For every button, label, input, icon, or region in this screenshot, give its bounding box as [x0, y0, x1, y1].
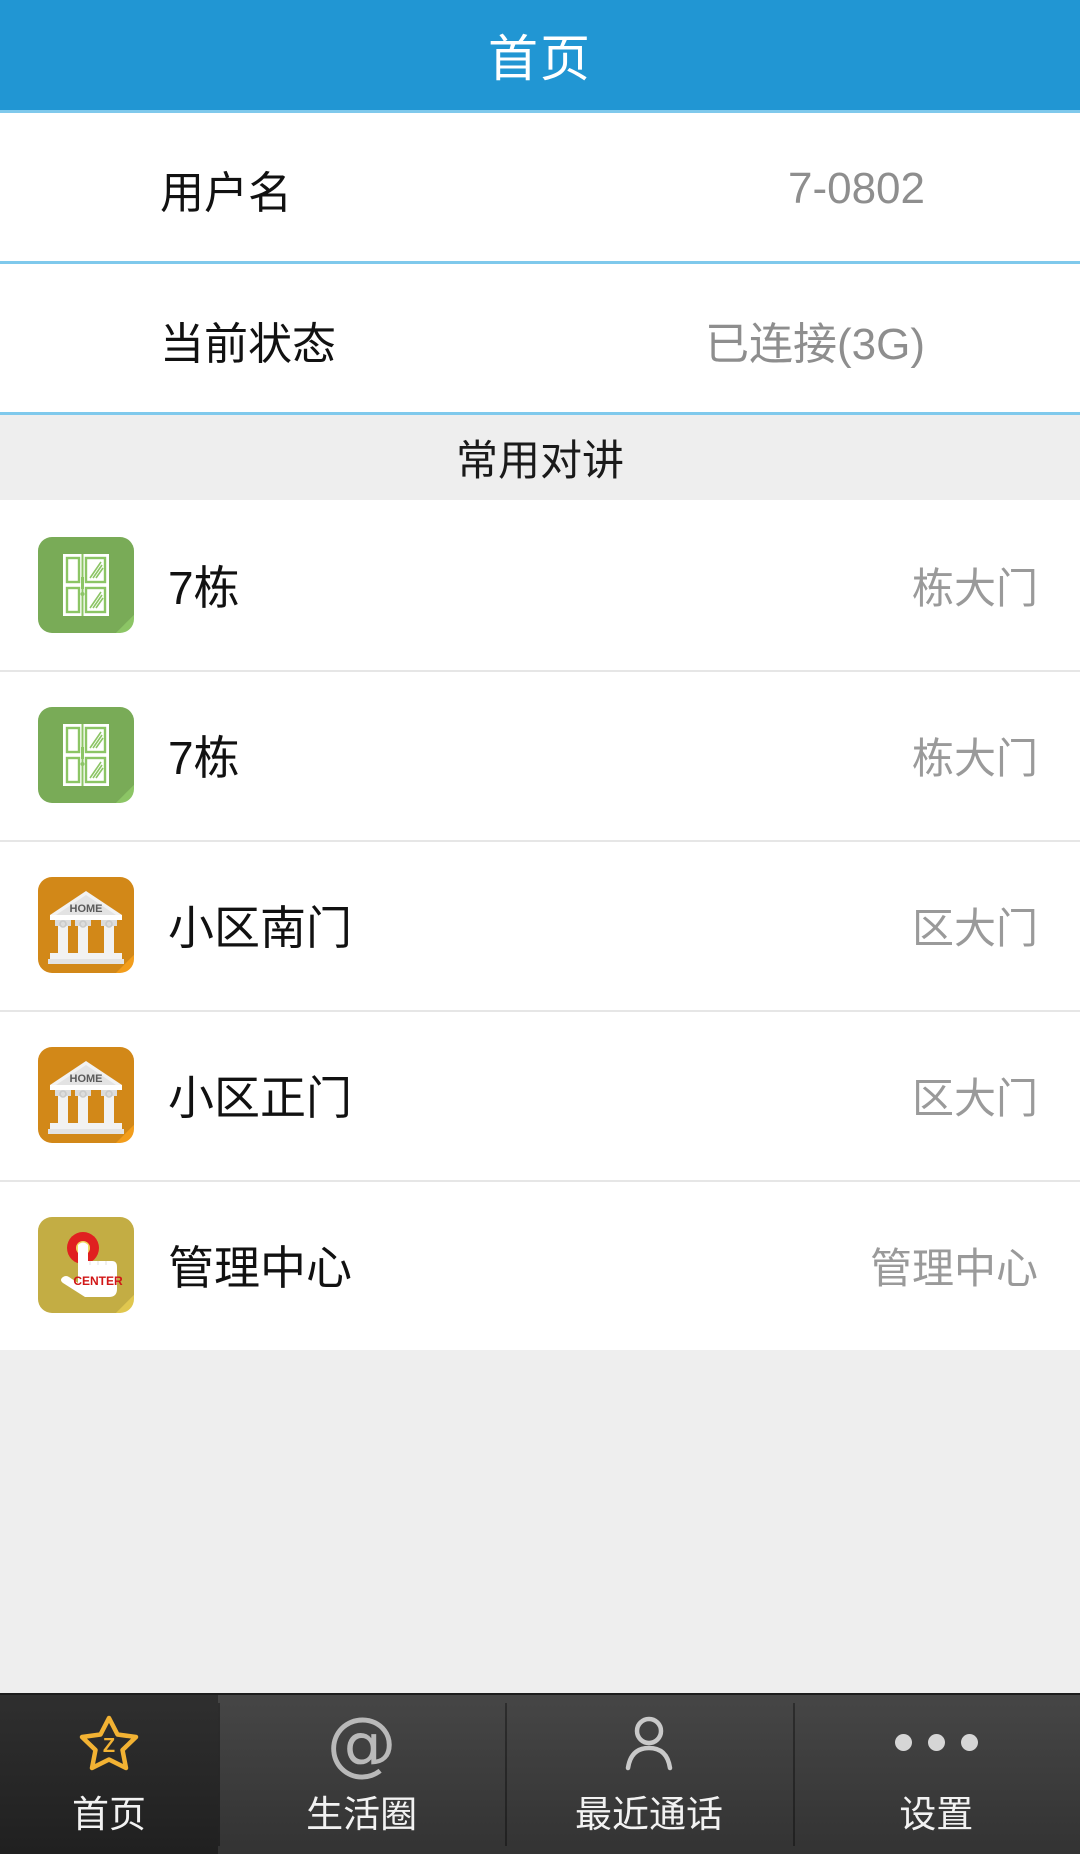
tab-label: 生活圈: [306, 1793, 418, 1835]
list-item[interactable]: HOME: [0, 1010, 1080, 1180]
list-item[interactable]: 7栋 栋大门: [0, 500, 1080, 670]
title-bar: 首页: [0, 0, 1080, 113]
tab-label: 最近通话: [574, 1793, 723, 1835]
home-building-icon: HOME: [38, 1047, 134, 1143]
tab-home[interactable]: Z 首页: [0, 1695, 218, 1854]
svg-text:HOME: HOME: [70, 903, 103, 915]
list-item[interactable]: 7栋 栋大门: [0, 670, 1080, 840]
tab-label: 首页: [72, 1793, 146, 1835]
tab-life-circle[interactable]: @ 生活圈: [218, 1695, 505, 1854]
username-value: 7-0802: [787, 163, 925, 213]
list-item-name: 管理中心: [168, 1242, 352, 1294]
status-label: 当前状态: [160, 319, 336, 369]
section-header-label: 常用对讲: [455, 437, 624, 484]
tab-recent-calls[interactable]: 最近通话: [505, 1695, 792, 1854]
list-item-type: 管理中心: [869, 1244, 1038, 1292]
list-item-name: 7栋: [168, 732, 240, 784]
door-icon: [38, 537, 134, 633]
home-building-icon: HOME: [38, 877, 134, 973]
list-item-name: 7栋: [168, 562, 240, 614]
app-screen: 首页 用户名 7-0802 当前状态 已连接(3G) 常用对讲 7栋 栋大门 7…: [0, 0, 1080, 1854]
door-icon: [38, 707, 134, 803]
svg-text:Z: Z: [103, 1735, 115, 1757]
hand-press-center-icon: CENTER: [38, 1217, 134, 1313]
svg-text:HOME: HOME: [70, 1073, 103, 1085]
bottom-tab-bar: Z 首页 @ 生活圈 最近通话 设置: [0, 1693, 1080, 1854]
page-title: 首页: [488, 31, 592, 87]
status-value: 已连接(3G): [705, 319, 925, 369]
info-row-status[interactable]: 当前状态 已连接(3G): [0, 264, 1080, 415]
tab-label: 设置: [899, 1793, 974, 1835]
section-header: 常用对讲: [0, 415, 1080, 500]
star-z-icon: Z: [78, 1712, 140, 1774]
tab-settings[interactable]: 设置: [792, 1695, 1080, 1854]
list-item[interactable]: HOME: [0, 840, 1080, 1010]
list-item-name: 小区正门: [168, 1072, 352, 1124]
at-icon: @: [326, 1701, 397, 1784]
list-item-type: 区大门: [911, 904, 1038, 952]
list-item-name: 小区南门: [168, 902, 352, 954]
list-item-type: 栋大门: [911, 734, 1038, 782]
empty-area: [0, 1350, 1080, 1693]
list-item[interactable]: CENTER 管理中心 管理中心: [0, 1180, 1080, 1350]
list-item-type: 栋大门: [911, 564, 1038, 612]
intercom-list: 7栋 栋大门 7栋 栋大门 HOME 小区南门 区大门 HOME 小区正门 区大…: [0, 500, 1080, 1350]
info-row-username[interactable]: 用户名 7-0802: [0, 113, 1080, 264]
person-icon: [620, 1712, 678, 1774]
svg-text:CENTER: CENTER: [73, 1274, 123, 1288]
username-label: 用户名: [160, 168, 292, 218]
more-dots-icon: [894, 1712, 978, 1774]
list-item-type: 区大门: [911, 1074, 1038, 1122]
